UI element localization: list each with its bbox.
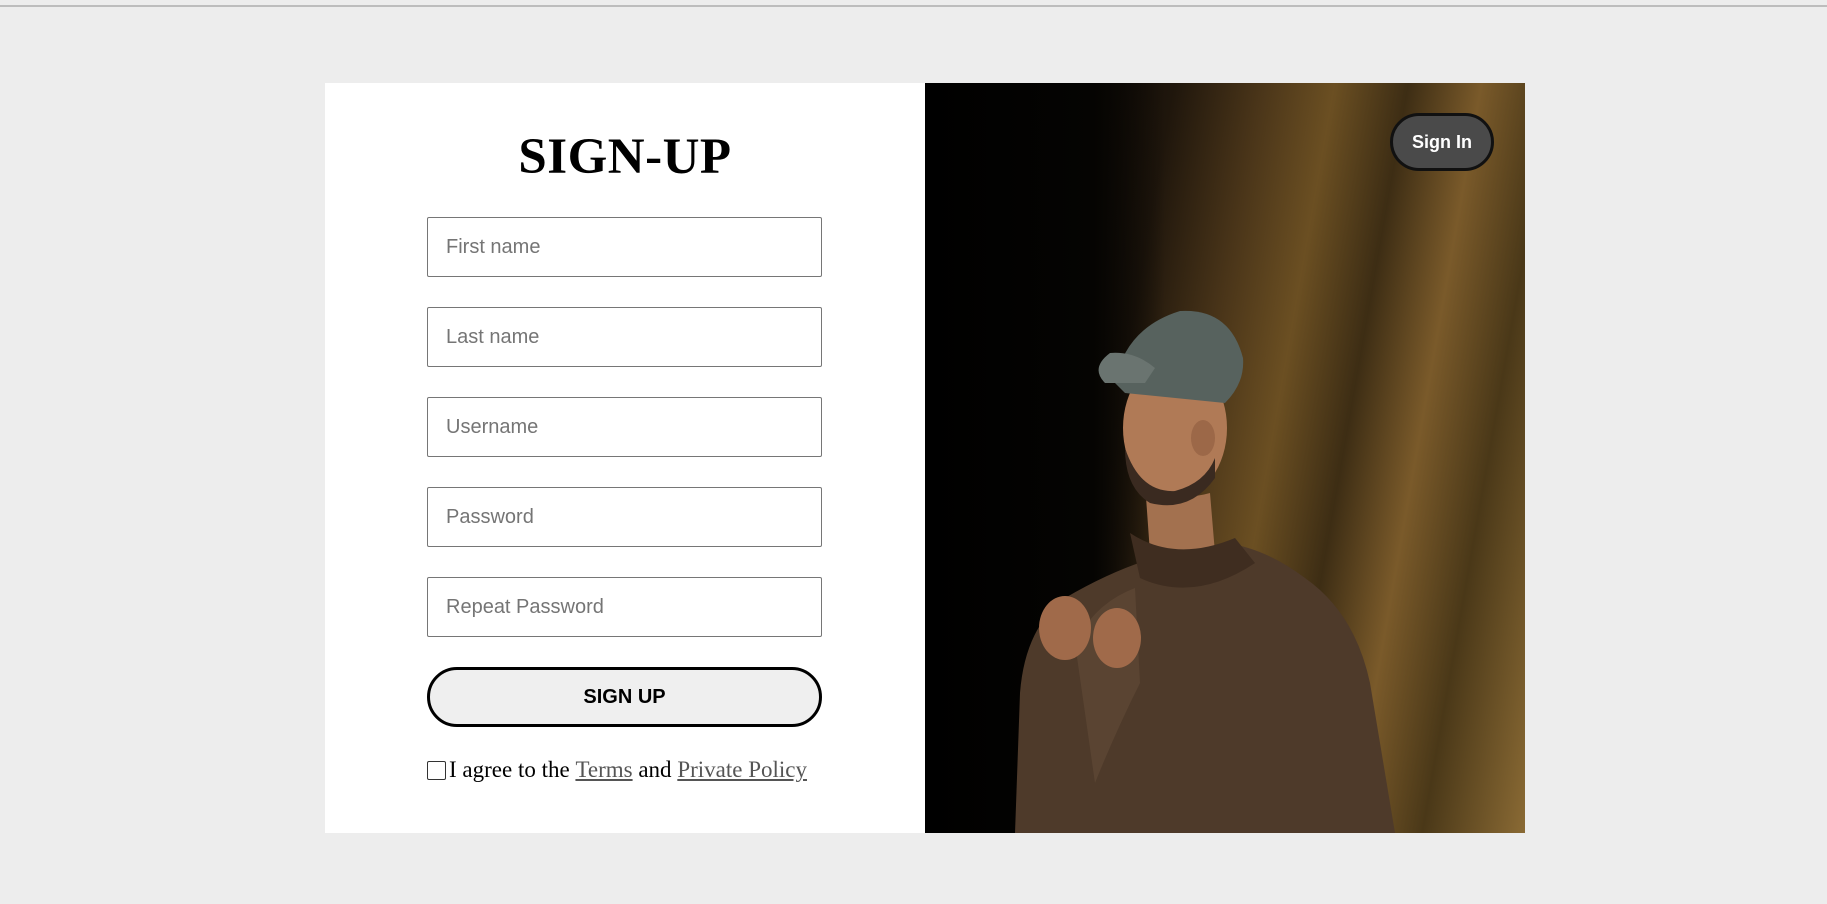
terms-link[interactable]: Terms xyxy=(575,757,632,783)
sign-in-button[interactable]: Sign In xyxy=(1390,113,1494,171)
last-name-input[interactable] xyxy=(427,307,822,367)
privacy-policy-link[interactable]: Private Policy xyxy=(677,757,807,783)
agree-row: I agree to the Terms and Private Policy xyxy=(427,755,807,785)
agree-and-text: and xyxy=(638,757,672,782)
page-title: SIGN-UP xyxy=(518,129,732,185)
first-name-input[interactable] xyxy=(427,217,822,277)
agree-prefix-text: I agree to the xyxy=(449,757,570,782)
agree-checkbox[interactable] xyxy=(427,760,446,780)
signup-form: SIGN-UP SIGN UP I agree to the Terms and… xyxy=(325,83,925,833)
repeat-password-input[interactable] xyxy=(427,577,822,637)
hero-photo: Sign In xyxy=(925,83,1525,833)
person-illustration xyxy=(1015,310,1395,833)
signup-card: SIGN-UP SIGN UP I agree to the Terms and… xyxy=(325,83,1525,833)
password-input[interactable] xyxy=(427,487,822,547)
sign-up-button[interactable]: SIGN UP xyxy=(427,667,822,727)
browser-top-edge xyxy=(0,0,1827,7)
username-input[interactable] xyxy=(427,397,822,457)
